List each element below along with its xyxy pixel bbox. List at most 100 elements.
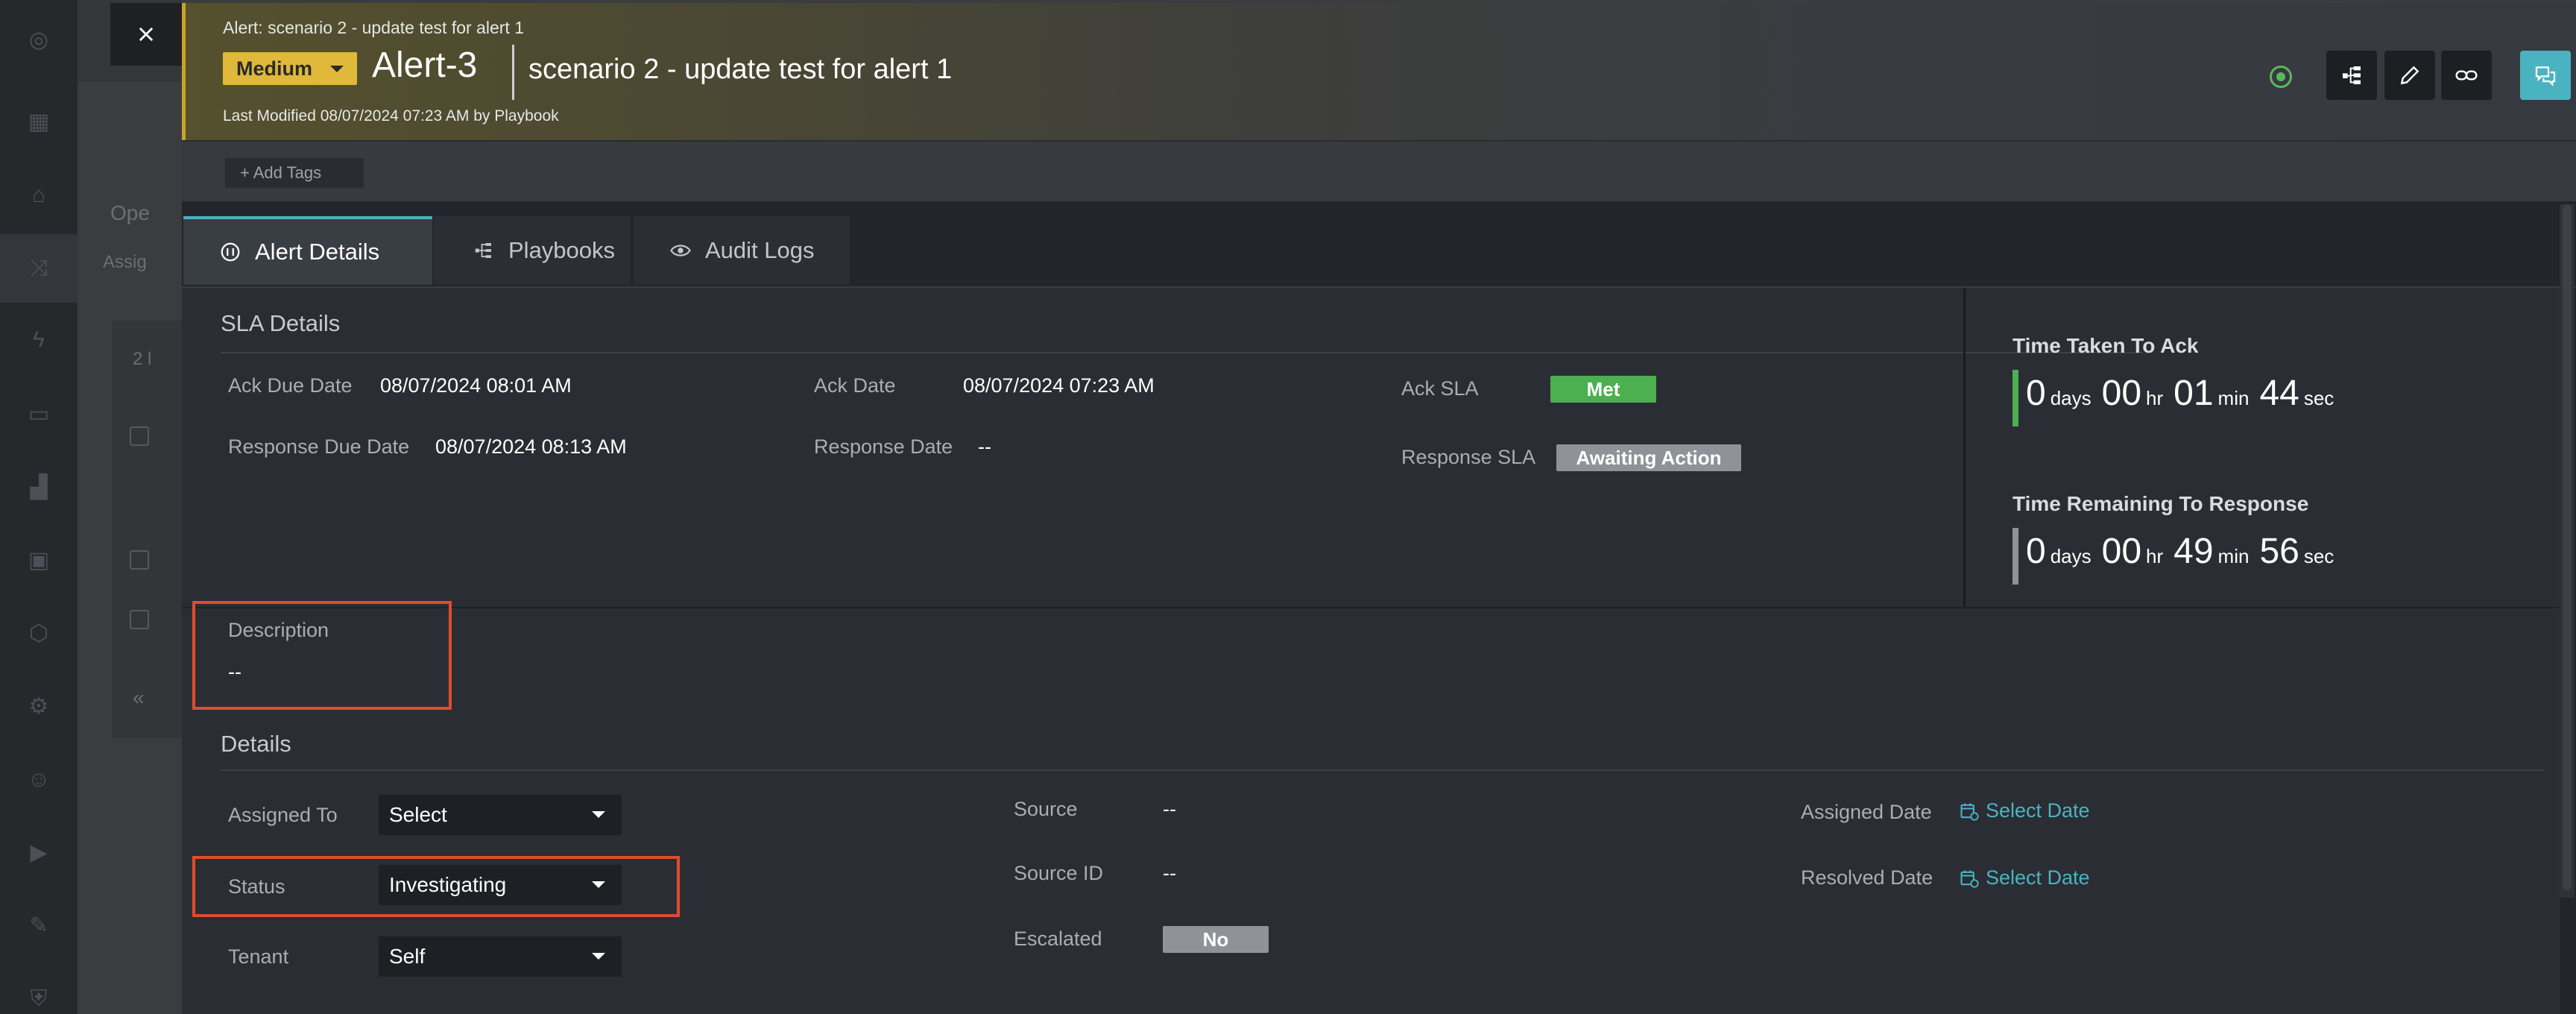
tab-playbooks[interactable]: Playbooks [434,216,631,285]
resolved-date-picker[interactable]: Select Date [1959,866,2090,889]
scrollbar-thumb[interactable] [2563,204,2572,890]
tags-bar: + Add Tags [182,140,2576,201]
response-due-value: 08/07/2024 08:13 AM [435,435,627,458]
assigned-to-select[interactable]: Select [379,795,622,835]
assigned-to-label: Assigned To [228,804,338,826]
resolved-date-value: Select Date [1986,866,2090,889]
details-section-title: Details [221,731,291,757]
sla-section-title: SLA Details [221,310,341,336]
chevron-down-icon [592,953,605,960]
lightning-icon[interactable]: ϟ [25,327,52,353]
left-nav-rail: ◎ ▦ ⌂ ⤨ ϟ ▭ ▟ ▣ ⬡ ⚙ ☺ ▶ ✎ ⛨ [0,0,78,1014]
alerts-nav-item[interactable]: ⤨ [0,234,78,303]
dashboard-icon[interactable]: ▦ [25,109,52,136]
description-label: Description [228,619,329,641]
chevron-down-icon [330,66,344,72]
background-checkbox [130,426,149,446]
response-hours: 00 [2101,532,2142,571]
ack-timer-title: Time Taken To Ack [2012,334,2199,357]
source-label: Source [1014,798,1078,820]
sla-divider [221,352,2142,353]
notes-icon[interactable]: ✎ [25,913,52,939]
background-checkbox [130,550,149,570]
status-icon[interactable] [2270,66,2292,88]
response-sla-badge: Awaiting Action [1556,444,1741,471]
ack-days: 0 [2026,374,2046,413]
ack-hours: 00 [2101,374,2142,413]
eye-icon [670,245,691,256]
details-divider [221,769,2545,771]
briefcase-icon[interactable]: ▭ [25,401,52,428]
add-tags-button[interactable]: + Add Tags [225,158,364,188]
chart-icon[interactable]: ▟ [25,474,52,501]
users-icon[interactable]: ☺ [25,766,52,793]
playbooks-icon [475,243,491,258]
link-icon [2455,70,2478,81]
resolved-date-label: Resolved Date [1801,866,1933,889]
tab-label: Playbooks [508,237,616,263]
edit-button[interactable] [2384,51,2435,100]
background-title: Ope [110,201,150,224]
secs-unit: sec [2303,545,2334,567]
edit-icon [2400,66,2419,85]
response-timer: 0 days 00 hr 49 min 56 sec [2012,528,2344,585]
alert-details-panel: SLA Details Ack Due Date 08/07/2024 08:0… [182,288,2560,1014]
ack-secs: 44 [2259,374,2299,413]
response-date-label: Response Date [814,435,953,458]
section-divider [182,607,2560,608]
background-collapse: « [133,686,145,709]
close-button[interactable] [110,3,182,66]
source-value: -- [1163,798,1176,820]
description-highlight [192,601,452,710]
ack-mins: 01 [2174,374,2214,413]
background-count: 2 l [133,349,152,369]
severity-dropdown[interactable]: Medium [223,52,357,85]
alert-title[interactable]: scenario 2 - update test for alert 1 [528,54,952,86]
status-select[interactable]: Investigating [379,865,622,905]
playbook-tree-icon [2343,66,2361,84]
sla-vertical-divider [1963,288,1966,608]
comments-button[interactable] [2520,51,2571,100]
tenant-value: Self [389,945,426,968]
ack-date-label: Ack Date [814,374,896,397]
play-icon[interactable]: ▶ [25,840,52,866]
last-modified: Last Modified 08/07/2024 07:23 AM by Pla… [223,107,559,125]
hours-unit: hr [2146,387,2164,409]
response-date-value: -- [978,435,991,458]
response-secs: 56 [2259,532,2299,571]
tab-alert-details[interactable]: Alert Details [183,216,432,285]
close-icon [139,27,154,42]
ack-due-value: 08/07/2024 08:01 AM [380,374,572,397]
ack-date-value: 08/07/2024 07:23 AM [963,374,1155,397]
link-button[interactable] [2441,51,2492,100]
secs-unit: sec [2303,387,2334,409]
tenant-select[interactable]: Self [379,936,622,977]
incidents-icon[interactable]: ⌂ [25,182,52,209]
scrollbar[interactable] [2560,204,2575,898]
settings-icon[interactable]: ⚙ [25,693,52,720]
comments-icon [2535,66,2556,86]
assigned-date-picker[interactable]: Select Date [1959,799,2090,822]
description-value[interactable]: -- [228,661,242,684]
home-icon[interactable]: ◎ [25,27,52,54]
alert-detail-modal: Alert: scenario 2 - update test for aler… [182,3,2576,1014]
mins-unit: min [2217,387,2250,409]
hours-unit: hr [2146,545,2164,567]
tab-label: Alert Details [255,239,380,265]
tab-audit-logs[interactable]: Audit Logs [634,216,850,285]
source-id-label: Source ID [1014,862,1104,884]
playbook-tree-button[interactable] [2326,51,2377,100]
escalated-badge[interactable]: No [1163,926,1269,953]
shield-icon[interactable]: ⬡ [25,620,52,647]
alert-id: Alert-3 [372,45,478,85]
calendar-icon [1960,803,1979,821]
calendar-icon [1960,870,1979,888]
apps-icon[interactable]: ▣ [25,547,52,574]
security-icon[interactable]: ⛨ [25,986,52,1013]
days-unit: days [2050,387,2092,409]
escalated-label: Escalated [1014,928,1102,950]
alert-header: Alert: scenario 2 - update test for aler… [182,3,2576,140]
chevron-down-icon [592,811,605,818]
response-sla-label: Response SLA [1401,446,1536,468]
shuffle-icon: ⤨ [30,256,48,280]
